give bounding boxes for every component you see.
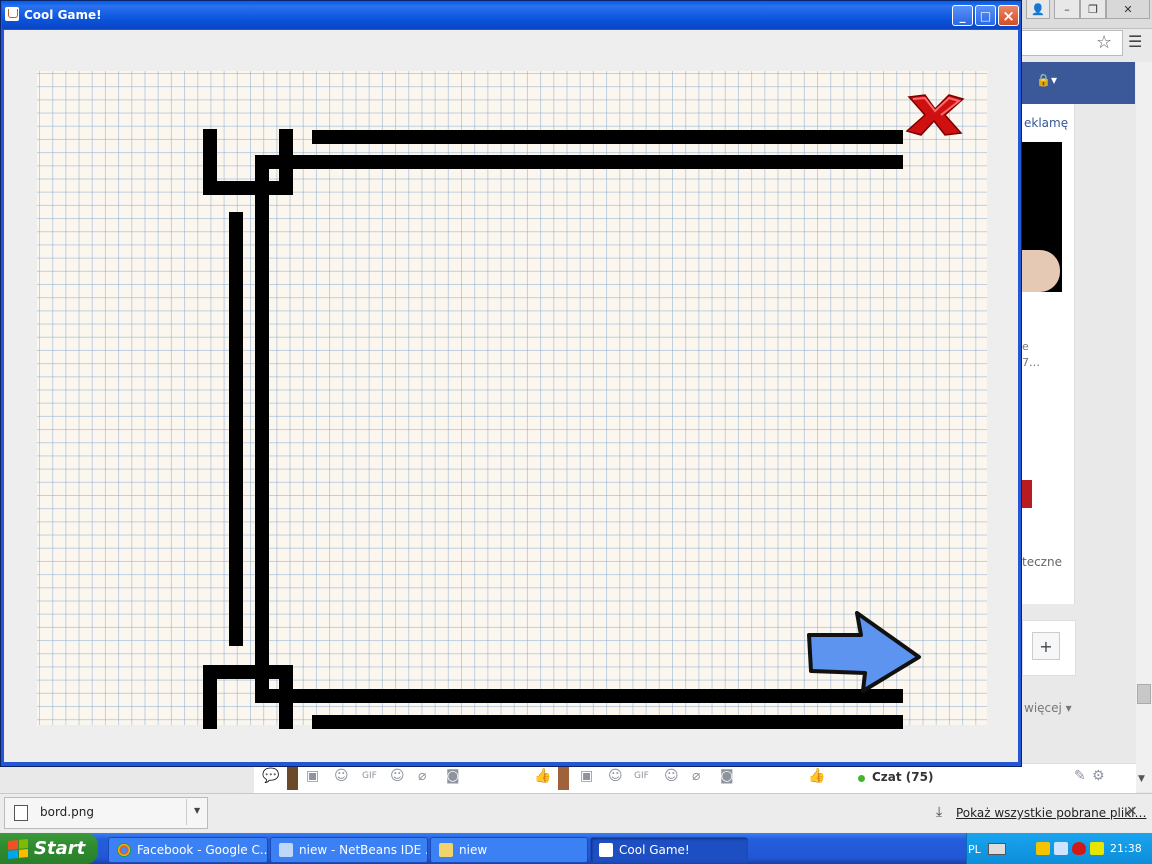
- folder-icon: [439, 843, 453, 857]
- clock[interactable]: 21:38: [1110, 842, 1142, 855]
- chat-avatar[interactable]: [558, 766, 569, 790]
- game-board: [37, 71, 987, 729]
- chrome-icon: [117, 843, 131, 857]
- gif-icon[interactable]: GIF: [634, 771, 649, 781]
- ad-caption: e: [1022, 340, 1029, 353]
- start-button[interactable]: Start: [0, 833, 98, 864]
- border-segment: [203, 665, 217, 729]
- camera-icon[interactable]: ◙: [446, 768, 460, 784]
- maximize-icon: □: [979, 8, 992, 23]
- emoji-icon[interactable]: ☺: [664, 768, 679, 784]
- page-scrollbar[interactable]: [1136, 62, 1152, 792]
- network-icon[interactable]: [1054, 842, 1068, 855]
- tray-app-icon[interactable]: [1090, 842, 1104, 855]
- download-file-name[interactable]: bord.png: [40, 805, 94, 819]
- sticker-icon[interactable]: ☺: [608, 768, 623, 784]
- task-cool-game[interactable]: Cool Game!: [590, 837, 748, 863]
- java-cup-icon: [8, 9, 18, 18]
- minimize-icon: _: [959, 8, 966, 23]
- language-indicator[interactable]: PL: [968, 843, 981, 856]
- file-icon: [14, 805, 28, 821]
- attach-icon[interactable]: ⌀: [692, 768, 700, 784]
- window-titlebar[interactable]: [2, 2, 1020, 29]
- task-chrome[interactable]: Facebook - Google C...: [108, 837, 268, 863]
- red-x-icon[interactable]: [905, 93, 965, 137]
- show-all-downloads-link[interactable]: Pokaż wszystkie pobrane pliki…: [956, 806, 1147, 820]
- bookmark-star-icon[interactable]: ☆: [1096, 32, 1112, 53]
- browser-close-button[interactable]: ✕: [1106, 0, 1150, 19]
- ad-link[interactable]: eklamę: [1024, 116, 1068, 130]
- online-dot-icon: [858, 775, 865, 782]
- maximize-button[interactable]: □: [975, 5, 996, 26]
- chat-label[interactable]: Czat (75): [872, 770, 933, 784]
- task-label: niew: [459, 843, 488, 857]
- border-segment: [312, 715, 903, 729]
- add-button[interactable]: +: [1032, 632, 1060, 660]
- close-download-shelf-button[interactable]: ×: [1126, 803, 1138, 819]
- ad-caption: 7…: [1022, 356, 1040, 369]
- chat-avatar[interactable]: [287, 766, 298, 790]
- new-message-icon[interactable]: ✎: [1074, 768, 1086, 784]
- sticker-icon[interactable]: ☺: [334, 768, 349, 784]
- task-label: niew - NetBeans IDE ...: [299, 843, 428, 857]
- scrollbar-thumb[interactable]: [1137, 684, 1151, 704]
- more-link[interactable]: więcej ▾: [1024, 701, 1072, 715]
- profile-icon[interactable]: 👤: [1026, 0, 1050, 19]
- chat-settings-gear-icon[interactable]: ⚙: [1092, 768, 1105, 784]
- minimize-button[interactable]: _: [952, 5, 973, 26]
- attach-icon[interactable]: ⌀: [418, 768, 426, 784]
- ad-image-2-red: [1022, 480, 1032, 508]
- border-segment: [312, 130, 903, 144]
- chrome-menu-icon[interactable]: ☰: [1128, 32, 1142, 51]
- border-segment: [255, 155, 903, 169]
- java-icon: [599, 843, 613, 857]
- border-segment: [229, 212, 243, 646]
- warning-icon[interactable]: [1036, 842, 1050, 855]
- blue-arrow-icon[interactable]: [805, 611, 923, 693]
- border-segment: [255, 155, 269, 703]
- photo-icon[interactable]: ▣: [580, 768, 593, 784]
- photo-icon[interactable]: ▣: [306, 768, 319, 784]
- start-label: Start: [34, 838, 86, 859]
- ad-caption: teczne: [1022, 555, 1062, 569]
- privacy-lock-icon[interactable]: 🔒▾: [1036, 73, 1057, 87]
- antivirus-shield-icon[interactable]: [1072, 842, 1086, 855]
- netbeans-icon: [279, 843, 293, 857]
- task-folder[interactable]: niew: [430, 837, 588, 863]
- emoji-icon[interactable]: ☺: [390, 768, 405, 784]
- browser-minimize-button[interactable]: –: [1054, 0, 1080, 19]
- ad-image-face: [1022, 250, 1060, 292]
- gif-icon[interactable]: GIF: [362, 771, 377, 781]
- browser-restore-button[interactable]: ❐: [1080, 0, 1106, 19]
- camera-icon[interactable]: ◙: [720, 768, 734, 784]
- window-title: Cool Game!: [24, 8, 102, 22]
- task-netbeans[interactable]: niew - NetBeans IDE ...: [270, 837, 428, 863]
- task-label: Cool Game!: [619, 843, 690, 857]
- scroll-down-icon[interactable]: ▼: [1138, 774, 1145, 784]
- chat-bubbles-icon[interactable]: 💬: [262, 768, 279, 784]
- keyboard-icon[interactable]: [988, 843, 1006, 855]
- close-window-button[interactable]: ×: [998, 5, 1019, 26]
- download-icon: ⤓: [936, 804, 943, 820]
- like-icon[interactable]: 👍: [808, 768, 825, 784]
- windows-logo-icon: [8, 838, 28, 859]
- like-icon[interactable]: 👍: [534, 768, 551, 784]
- close-icon: ×: [1002, 6, 1015, 25]
- divider: [186, 799, 187, 825]
- download-item[interactable]: [4, 797, 208, 829]
- dropdown-arrow-icon[interactable]: ▼: [194, 806, 200, 815]
- task-label: Facebook - Google C...: [137, 843, 268, 857]
